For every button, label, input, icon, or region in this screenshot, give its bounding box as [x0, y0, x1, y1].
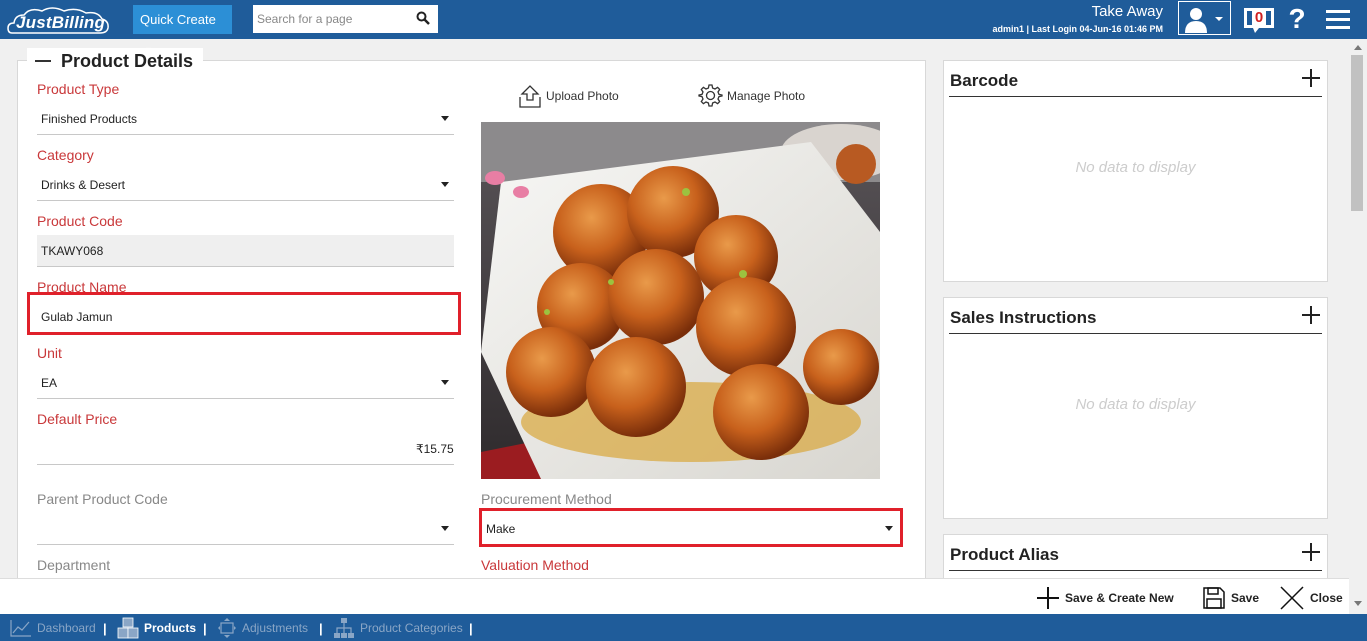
- plus-icon: [1037, 587, 1059, 609]
- nav-product-categories-label: Product Categories: [360, 621, 463, 635]
- nav-adjustments-label: Adjustments: [242, 621, 309, 635]
- product-photo: [481, 122, 880, 479]
- default-price-label: Default Price: [37, 411, 118, 427]
- department-label: Department: [37, 557, 111, 573]
- category-select[interactable]: Drinks & Desert: [41, 178, 125, 192]
- hamburger-menu-icon[interactable]: [1326, 10, 1350, 30]
- product-name-highlight: [27, 292, 461, 335]
- scroll-down-arrow-icon[interactable]: [1354, 601, 1362, 606]
- page-scrollbar[interactable]: [1349, 39, 1367, 614]
- page-search: [253, 5, 438, 33]
- app-logo[interactable]: JustBilling: [6, 3, 110, 37]
- default-price-input[interactable]: ₹15.75: [416, 442, 454, 456]
- logo-text: JustBilling: [16, 13, 106, 32]
- unit-underline: [37, 398, 454, 399]
- save-button[interactable]: Save: [1202, 585, 1259, 611]
- collapse-dash-icon[interactable]: [35, 60, 51, 62]
- save-create-new-label: Save & Create New: [1065, 591, 1174, 605]
- barcode-empty-text: No data to display: [1075, 159, 1196, 176]
- product-alias-card: Product Alias: [943, 534, 1328, 584]
- barcode-card: Barcode No data to display: [943, 60, 1328, 282]
- sales-instructions-title: Sales Instructions: [950, 308, 1097, 327]
- unit-arrow-icon[interactable]: [441, 380, 449, 385]
- close-button[interactable]: Close: [1279, 585, 1343, 611]
- nav-product-categories[interactable]: Product Categories: [333, 617, 463, 639]
- product-photo-image: [481, 122, 880, 479]
- category-underline: [37, 200, 454, 201]
- upload-photo-label: Upload Photo: [546, 89, 619, 103]
- valuation-method-label: Valuation Method: [481, 557, 589, 573]
- quick-create-label: Quick Create: [140, 12, 216, 27]
- nav-products[interactable]: Products: [117, 617, 196, 639]
- barcode-divider: [949, 96, 1322, 97]
- scroll-thumb[interactable]: [1351, 55, 1363, 211]
- product-alias-title: Product Alias: [950, 545, 1059, 564]
- category-arrow-icon[interactable]: [441, 182, 449, 187]
- adjustments-icon: [218, 618, 236, 638]
- nav-dashboard[interactable]: Dashboard: [10, 617, 96, 639]
- manage-photo-button[interactable]: Manage Photo: [698, 83, 805, 108]
- upload-photo-button[interactable]: Upload Photo: [518, 83, 619, 109]
- section-title-text: Product Details: [61, 50, 194, 71]
- store-name: Take Away: [1091, 3, 1163, 20]
- boxes-icon: [117, 617, 139, 639]
- add-barcode-icon[interactable]: [1301, 68, 1321, 88]
- product-code-label: Product Code: [37, 213, 123, 229]
- save-label: Save: [1231, 591, 1260, 605]
- notifications-button[interactable]: 0: [1243, 6, 1275, 34]
- page-search-input[interactable]: [253, 5, 403, 33]
- help-icon[interactable]: ?: [1284, 3, 1310, 35]
- nav-dashboard-label: Dashboard: [37, 621, 96, 635]
- default-price-underline: [37, 464, 454, 465]
- product-code-underline: [37, 266, 454, 267]
- close-icon: [1280, 586, 1304, 610]
- product-type-underline: [37, 134, 454, 135]
- add-product-alias-icon[interactable]: [1301, 542, 1321, 562]
- upload-icon: [519, 85, 541, 108]
- sales-instructions-divider: [949, 333, 1322, 334]
- last-login-info: admin1 | Last Login 04-Jun-16 01:46 PM: [992, 24, 1163, 34]
- category-label: Category: [37, 147, 94, 163]
- user-menu-button[interactable]: [1178, 1, 1231, 35]
- notification-count: 0: [1254, 9, 1264, 26]
- product-alias-divider: [949, 570, 1322, 571]
- procurement-method-highlight: [479, 508, 903, 547]
- floppy-disk-icon: [1203, 587, 1225, 609]
- sales-instructions-card: Sales Instructions No data to display: [943, 297, 1328, 519]
- unit-select[interactable]: EA: [41, 376, 57, 390]
- nav-products-label: Products: [144, 621, 197, 635]
- action-bar: Save & Create New Save Close: [0, 578, 1349, 614]
- procurement-method-label: Procurement Method: [481, 491, 612, 507]
- parent-product-code-underline: [37, 544, 454, 545]
- bottom-navigation: Dashboard | Products | Adjustments | Pro…: [0, 614, 1367, 641]
- sales-instructions-empty-text: No data to display: [1075, 396, 1196, 413]
- section-title: Product Details: [27, 48, 204, 74]
- parent-product-code-arrow-icon[interactable]: [441, 526, 449, 531]
- barcode-title: Barcode: [950, 71, 1019, 90]
- parent-product-code-label: Parent Product Code: [37, 491, 168, 507]
- user-avatar-icon: [1185, 8, 1223, 33]
- add-sales-instruction-icon[interactable]: [1301, 305, 1321, 325]
- hierarchy-icon: [334, 618, 354, 638]
- top-bar: JustBilling Quick Create ▼ Take Away adm…: [0, 0, 1367, 55]
- dashboard-chart-icon: [10, 620, 31, 637]
- unit-label: Unit: [37, 345, 62, 361]
- product-type-arrow-icon[interactable]: [441, 116, 449, 121]
- save-create-new-button[interactable]: Save & Create New: [1036, 585, 1174, 611]
- gear-icon: [698, 84, 723, 107]
- nav-adjustments[interactable]: Adjustments: [217, 617, 308, 639]
- close-label: Close: [1310, 591, 1343, 605]
- quick-create-button[interactable]: Quick Create ▼: [133, 5, 232, 55]
- manage-photo-label: Manage Photo: [727, 88, 806, 103]
- product-code-value: TKAWY068: [41, 244, 104, 258]
- scroll-up-arrow-icon[interactable]: [1354, 45, 1362, 50]
- search-icon[interactable]: [416, 11, 430, 25]
- product-type-select[interactable]: Finished Products: [41, 112, 137, 126]
- product-type-label: Product Type: [37, 81, 120, 97]
